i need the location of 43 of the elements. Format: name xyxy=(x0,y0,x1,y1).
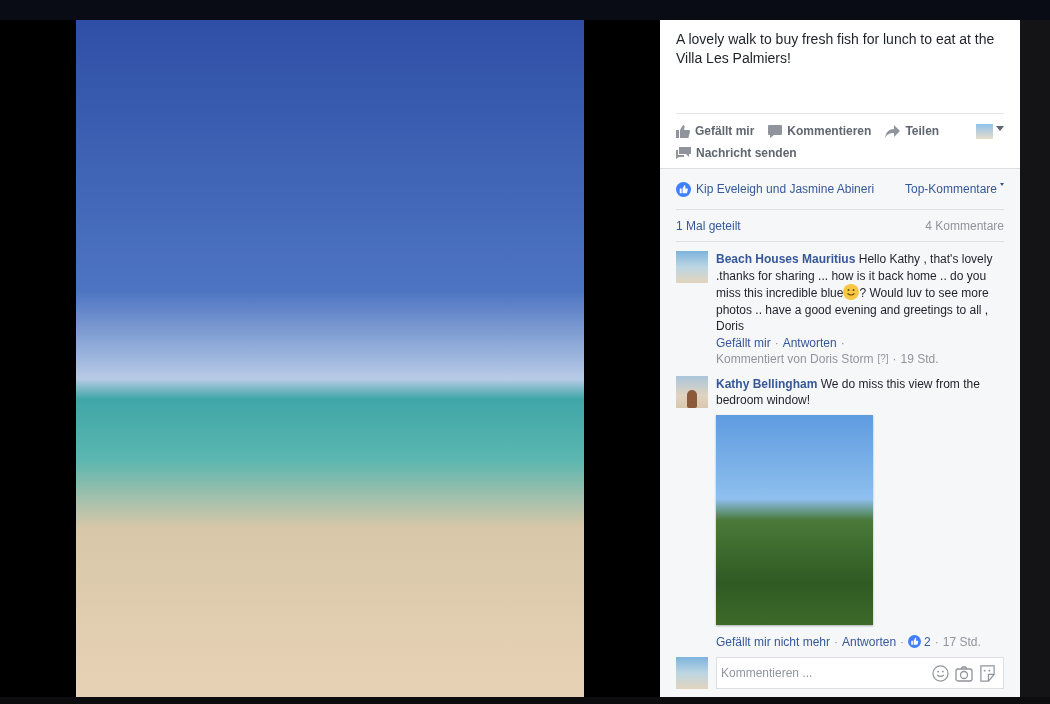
separator-dot: · xyxy=(834,633,839,650)
shares-link[interactable]: 1 Mal geteilt xyxy=(676,218,741,233)
author-link[interactable]: Beach Houses Mauritius xyxy=(716,252,856,266)
thumbnail-dropdown[interactable] xyxy=(976,123,1004,139)
separator-dot: · xyxy=(774,334,779,351)
avatar-thumbnail xyxy=(676,657,708,689)
avatar-thumbnail[interactable] xyxy=(676,251,708,283)
comment-meta-text: 17 Std. xyxy=(942,633,981,650)
message-action[interactable]: Nachricht senden xyxy=(676,146,797,160)
comment-action-link[interactable]: Gefällt mir nicht mehr xyxy=(716,633,831,650)
comment-text: Beach Houses Mauritius Hello Kathy , that's lovely .thanks for sharing ... how is it back home .. do you miss this incredible blue ? Would luv to see more photos .. have a good evening and greetings to all , Doris xyxy=(716,251,994,335)
sticker-icon[interactable] xyxy=(979,665,996,682)
arrow-icon xyxy=(885,124,901,138)
author-link[interactable]: Kathy Bellingham xyxy=(716,376,818,391)
camera-icon[interactable] xyxy=(955,665,973,682)
comment-input[interactable]: Kommentieren ... xyxy=(716,657,1004,689)
comment-meta-text: Kommentiert von Doris Storm xyxy=(716,350,874,367)
avatar-silhouette[interactable] xyxy=(676,375,708,408)
separator-dot: · xyxy=(934,633,939,650)
like-action[interactable]: Gefällt mir xyxy=(676,124,755,138)
comment-meta-text: 19 Std. xyxy=(900,350,939,367)
comment-action-link[interactable]: Gefällt mir xyxy=(716,334,771,351)
like-badge-icon xyxy=(676,181,691,197)
like-badge-icon xyxy=(908,635,922,648)
separator-dot: · xyxy=(892,350,897,367)
comment-action[interactable]: Kommentieren xyxy=(768,124,872,138)
speech-bubble-icon xyxy=(768,124,783,138)
share-action[interactable]: Teilen xyxy=(885,124,940,138)
like-count[interactable]: 2 xyxy=(924,633,931,650)
comment-photo[interactable] xyxy=(716,414,873,625)
comment-text: Kathy Bellingham We do miss this view from the bedroom window! xyxy=(716,375,981,409)
separator-dot: · xyxy=(840,334,845,351)
comment-count: 4 Kommentare xyxy=(925,218,1004,233)
comment-action-link[interactable]: Antworten xyxy=(782,334,837,351)
separator-dot: · xyxy=(900,633,905,650)
sort-dropdown[interactable]: Top-Kommentare xyxy=(904,182,1004,196)
comment-action-link[interactable]: Antworten xyxy=(842,633,897,650)
thumbs-up-icon xyxy=(676,124,690,138)
chat-bubbles-icon xyxy=(676,147,691,159)
post-caption: A lovely walk to buy fresh fish for lunch to eat at the Villa Les Palmiers! xyxy=(676,30,996,68)
smiley-icon xyxy=(843,284,860,300)
smiley-icon[interactable] xyxy=(932,665,949,682)
reactions-link[interactable]: Kip Eveleigh und Jasmine Abineri xyxy=(696,182,875,196)
